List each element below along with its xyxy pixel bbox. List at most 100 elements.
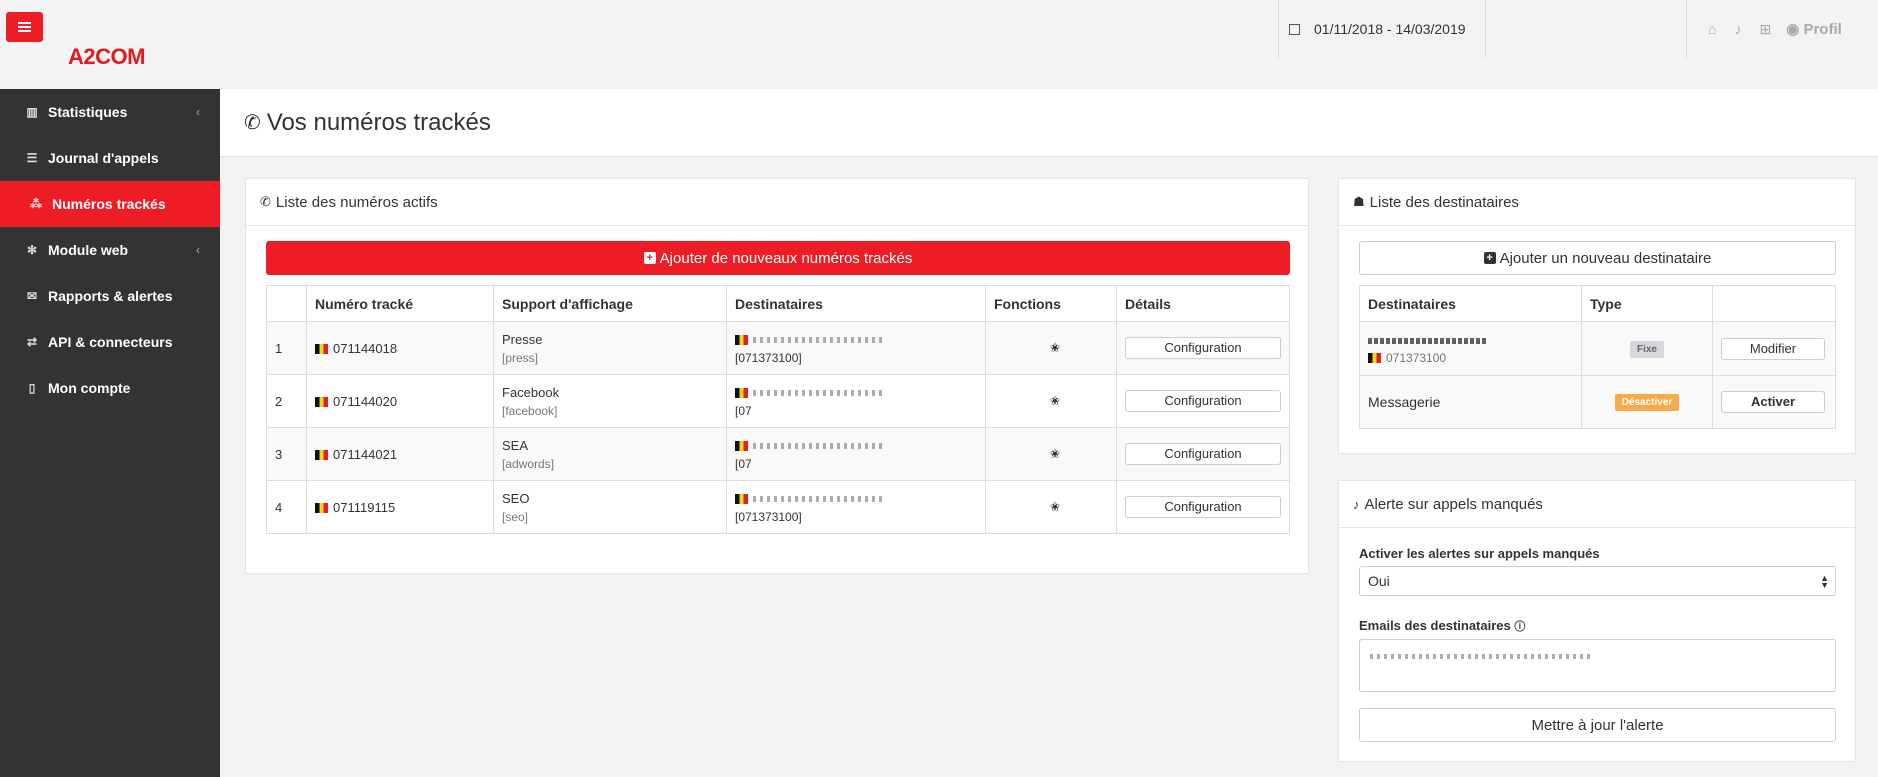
plus-square-icon[interactable]: ⊞ (1759, 21, 1771, 38)
recipient-cell: 071373100 (1359, 321, 1582, 376)
logo-text: A2COM (68, 44, 145, 69)
top-actions: ⌂ ♪ ⊞ ◉ Profil (1686, 0, 1842, 58)
gear-icon: ✻ (26, 243, 38, 257)
tracked-number-cell: 071144018 (306, 321, 494, 375)
modify-button[interactable]: Modifier (1721, 337, 1825, 360)
panel-header: ✆ Liste des numéros actifs (246, 179, 1308, 226)
row-index: 1 (266, 321, 307, 375)
belgium-flag-icon (735, 334, 748, 345)
column-header[interactable]: Numéro tracké (306, 285, 494, 322)
info-icon[interactable]: ⓘ (1514, 621, 1525, 633)
sidebar-item-rapports[interactable]: ✉ Rapports & alertes (0, 273, 220, 319)
user-icon: ☗ (1353, 194, 1365, 209)
column-header[interactable]: Support d'affichage (493, 285, 727, 322)
recipients-cell: [07 (726, 374, 986, 428)
sidebar-item-statistiques[interactable]: ▥ Statistiques ‹ (0, 89, 220, 135)
recipient-number: 071373100 (1386, 351, 1447, 365)
belgium-flag-icon (315, 449, 328, 460)
activate-button[interactable]: Activer (1721, 391, 1825, 413)
sidebar-item-label: API & connecteurs (48, 334, 173, 350)
configuration-button[interactable]: Configuration (1125, 390, 1281, 412)
sidebar-item-api[interactable]: ⇄ API & connecteurs (0, 319, 220, 365)
functions-cell[interactable]: ✬ (985, 427, 1117, 481)
button-label: Ajouter un nouveau destinataire (1499, 249, 1712, 267)
logo[interactable]: A2COM (68, 26, 145, 70)
belgium-flag-icon (735, 493, 748, 504)
page-title: Vos numéros trackés (266, 108, 491, 136)
configuration-button[interactable]: Configuration (1125, 337, 1281, 359)
functions-cell[interactable]: ✬ (985, 480, 1117, 534)
star-half-icon[interactable]: ✬ (1050, 393, 1061, 408)
functions-cell[interactable]: ✬ (985, 321, 1117, 375)
column-header (1712, 285, 1836, 322)
sidebar-item-module-web[interactable]: ✻ Module web ‹ (0, 227, 220, 273)
sidebar-item-label: Module web (48, 242, 129, 258)
chevron-left-icon: ‹ (196, 105, 200, 119)
bar-chart-icon: ▥ (26, 105, 38, 119)
recipient-number: [07 (735, 403, 752, 418)
recipients-cell: [07 (726, 427, 986, 481)
star-half-icon[interactable]: ✬ (1050, 340, 1061, 355)
date-range-picker[interactable]: 01/11/2018 - 14/03/2019 (1278, 0, 1486, 58)
tracked-number: 071144021 (333, 446, 398, 462)
sidebar-item-numeros-trackes[interactable]: ⁂ Numéros trackés (0, 181, 220, 227)
support-name: Facebook (502, 384, 560, 400)
phone-icon: ✆ (244, 112, 261, 134)
tracked-number: 071144020 (333, 393, 398, 409)
recipient-number: [071373100] (735, 509, 802, 524)
update-alert-button[interactable]: Mettre à jour l'alerte (1359, 708, 1836, 742)
list-icon: ☰ (26, 151, 38, 165)
panel-title: Liste des destinataires (1369, 193, 1519, 211)
support-cell: SEA [adwords] (493, 427, 727, 481)
belgium-flag-icon (315, 502, 328, 513)
redacted-text (753, 337, 883, 344)
column-header[interactable]: Destinataires (726, 285, 986, 322)
panel-header: ☗ Liste des destinataires (1339, 179, 1855, 226)
sidebar-item-journal[interactable]: ☰ Journal d'appels (0, 135, 220, 181)
column-header (266, 285, 307, 322)
table-row: 4 071119115 SEO [seo] [071373100] ✬ Confi… (266, 480, 1290, 534)
redacted-text (753, 496, 883, 503)
action-cell: Modifier (1712, 321, 1836, 376)
sidebar-item-mon-compte[interactable]: ▯ Mon compte (0, 365, 220, 411)
configuration-button[interactable]: Configuration (1125, 443, 1281, 465)
type-cell: Désactiver (1581, 375, 1713, 429)
deactivate-badge[interactable]: Désactiver (1614, 394, 1680, 411)
add-recipient-button[interactable]: + Ajouter un nouveau destinataire (1359, 241, 1836, 275)
bell-icon[interactable]: ♪ (1734, 21, 1741, 37)
type-badge: Fixe (1629, 340, 1664, 358)
belgium-flag-icon (735, 440, 748, 451)
support-tag: [press] (502, 350, 539, 365)
support-name: SEO (502, 490, 530, 506)
plus-square-icon: + (1483, 252, 1496, 264)
column-header: Type (1581, 285, 1713, 322)
panel-header: ♪ Alerte sur appels manqués (1339, 481, 1855, 528)
functions-cell[interactable]: ✬ (985, 374, 1117, 428)
menu-toggle-button[interactable] (6, 12, 43, 42)
enable-alerts-select[interactable]: Oui ▲ ▼ (1359, 566, 1836, 596)
star-half-icon[interactable]: ✬ (1050, 446, 1061, 461)
emails-textarea[interactable] (1359, 639, 1836, 692)
calendar-icon (1289, 23, 1300, 35)
table-row: 071373100 Fixe Modifier (1359, 321, 1836, 376)
row-index: 2 (266, 374, 307, 428)
recipient-name: Messagerie (1359, 375, 1582, 429)
profile-link[interactable]: ◉ Profil (1786, 20, 1842, 38)
details-cell: Configuration (1116, 427, 1290, 481)
chevron-left-icon: ‹ (196, 243, 200, 257)
tracked-number-cell: 071119115 (306, 480, 494, 534)
recipients-cell: [071373100] (726, 321, 986, 375)
add-tracked-numbers-button[interactable]: + Ajouter de nouveaux numéros trackés (266, 241, 1290, 275)
action-cell: Activer (1712, 375, 1836, 429)
panel-title: Alerte sur appels manqués (1364, 495, 1543, 513)
column-header: Fonctions (985, 285, 1117, 322)
redacted-text (1368, 337, 1488, 344)
home-icon[interactable]: ⌂ (1708, 21, 1716, 37)
star-half-icon[interactable]: ✬ (1050, 499, 1061, 514)
profile-label: Profil (1803, 21, 1842, 38)
panel-title: Liste des numéros actifs (275, 193, 438, 211)
support-name: SEA (502, 437, 529, 453)
configuration-button[interactable]: Configuration (1125, 496, 1281, 518)
table-row: 2 071144020 Facebook [facebook] [07 ✬ Con… (266, 374, 1290, 428)
details-cell: Configuration (1116, 321, 1290, 375)
